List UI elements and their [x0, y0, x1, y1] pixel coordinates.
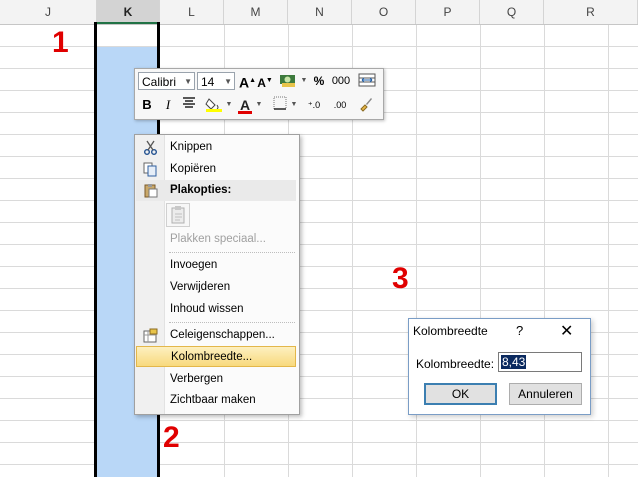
currency-icon: [280, 75, 295, 87]
annotation-3: 3: [392, 262, 409, 295]
paintbrush-icon: [360, 98, 372, 112]
fill-color-button[interactable]: [203, 96, 225, 114]
grow-font-button[interactable]: A▲: [239, 72, 256, 91]
help-icon[interactable]: ?: [516, 323, 523, 338]
context-menu: Knippen Kopiëren Plakopties: Plakken spe…: [134, 134, 300, 415]
thousands-separator-button[interactable]: 000: [329, 72, 353, 90]
italic-button[interactable]: I: [159, 96, 177, 114]
merge-cells-icon: [358, 73, 376, 87]
menu-item-cut[interactable]: Knippen: [136, 137, 296, 158]
increase-decimal-button[interactable]: ⁺.0: [302, 96, 326, 114]
merge-center-button[interactable]: [357, 72, 377, 90]
chevron-down-icon: ▼: [184, 77, 192, 86]
column-header-r[interactable]: R: [544, 0, 638, 24]
font-size-combo[interactable]: 14 ▼: [197, 72, 235, 90]
menu-item-paste-special: Plakken speciaal...: [136, 229, 296, 250]
menu-item-label: Verwijderen: [170, 281, 231, 293]
menu-separator: [169, 322, 295, 323]
column-header-l[interactable]: L: [160, 0, 224, 24]
chevron-down-icon[interactable]: ▼: [290, 96, 298, 114]
column-header-o[interactable]: O: [352, 0, 416, 24]
menu-item-column-width[interactable]: Kolombreedte...: [136, 346, 296, 367]
grid-line: [608, 25, 609, 477]
chevron-down-icon[interactable]: ▼: [255, 96, 263, 114]
clipboard-icon: [144, 184, 158, 198]
center-align-button[interactable]: [180, 96, 198, 114]
annotation-1: 1: [52, 26, 69, 59]
chevron-down-icon: ▼: [224, 77, 232, 86]
paste-option-button[interactable]: [166, 203, 190, 227]
paste-icon: [171, 206, 185, 224]
column-width-value: 8,43: [501, 355, 527, 369]
decrease-decimal-button[interactable]: .00: [328, 96, 352, 114]
menu-item-delete[interactable]: Verwijderen: [136, 277, 296, 298]
number-format-button[interactable]: [277, 72, 299, 90]
ok-button[interactable]: OK: [424, 383, 497, 405]
column-header-p[interactable]: P: [416, 0, 480, 24]
dialog-title: Kolombreedte: [413, 324, 488, 338]
menu-item-label: Plakopties:: [170, 184, 232, 196]
menu-item-label: Inhoud wissen: [170, 303, 244, 315]
font-name-value: Calibri: [142, 75, 177, 89]
borders-button[interactable]: [271, 96, 289, 114]
column-width-input[interactable]: 8,43: [498, 352, 582, 372]
menu-item-label: Kolombreedte...: [171, 351, 253, 363]
menu-item-insert[interactable]: Invoegen: [136, 255, 296, 276]
menu-item-label: Invoegen: [170, 259, 218, 271]
align-center-icon: [183, 97, 195, 108]
font-color-button[interactable]: A: [236, 96, 254, 114]
menu-item-label: Knippen: [170, 141, 213, 153]
cancel-button[interactable]: Annuleren: [509, 383, 582, 405]
menu-item-label: Kopiëren: [170, 163, 217, 175]
shrink-font-button[interactable]: A▼: [257, 72, 273, 90]
close-icon[interactable]: ✕: [560, 321, 573, 341]
column-header-n[interactable]: N: [288, 0, 352, 24]
menu-item-label: Zichtbaar maken: [170, 394, 256, 406]
paint-bucket-icon: [205, 98, 222, 112]
column-border-left: [94, 22, 97, 477]
bold-button[interactable]: B: [138, 96, 156, 114]
format-cells-icon: [143, 328, 158, 343]
mini-toolbar: Calibri ▼ 14 ▼ A▲ A▼ ▼ % 000 B I ▼ A ▼ ▼ ⁺…: [134, 68, 384, 120]
menu-item-label: Plakken speciaal...: [170, 233, 266, 245]
chevron-down-icon[interactable]: ▼: [225, 96, 233, 114]
percent-button[interactable]: %: [311, 72, 327, 90]
menu-item-unhide[interactable]: Zichtbaar maken: [136, 390, 296, 411]
menu-section-paste-options: Plakopties:: [136, 180, 296, 201]
font-name-combo[interactable]: Calibri ▼: [138, 72, 195, 90]
font-size-value: 14: [201, 75, 215, 89]
borders-icon: [273, 96, 287, 110]
format-painter-button[interactable]: [356, 96, 376, 114]
annotation-2: 2: [163, 421, 180, 454]
menu-item-label: Verbergen: [170, 373, 224, 385]
scissors-icon: [144, 140, 157, 155]
menu-item-clear-contents[interactable]: Inhoud wissen: [136, 299, 296, 320]
column-header-k[interactable]: K: [97, 0, 160, 24]
chevron-down-icon[interactable]: ▼: [300, 72, 308, 90]
menu-item-cell-properties[interactable]: Celeigenschappen...: [136, 325, 296, 346]
column-header-q[interactable]: Q: [480, 0, 544, 24]
menu-item-label: Celeigenschappen...: [170, 329, 275, 341]
column-width-dialog: Kolombreedte ? ✕ Kolombreedte: 8,43 OK A…: [408, 318, 591, 415]
font-color-swatch: [238, 111, 252, 114]
menu-item-copy[interactable]: Kopiëren: [136, 159, 296, 180]
column-width-label: Kolombreedte:: [416, 357, 495, 371]
column-header-j[interactable]: J: [0, 0, 97, 24]
menu-item-hide[interactable]: Verbergen: [136, 369, 296, 390]
column-header-m[interactable]: M: [224, 0, 288, 24]
menu-separator: [169, 252, 295, 253]
copy-icon: [143, 162, 157, 177]
